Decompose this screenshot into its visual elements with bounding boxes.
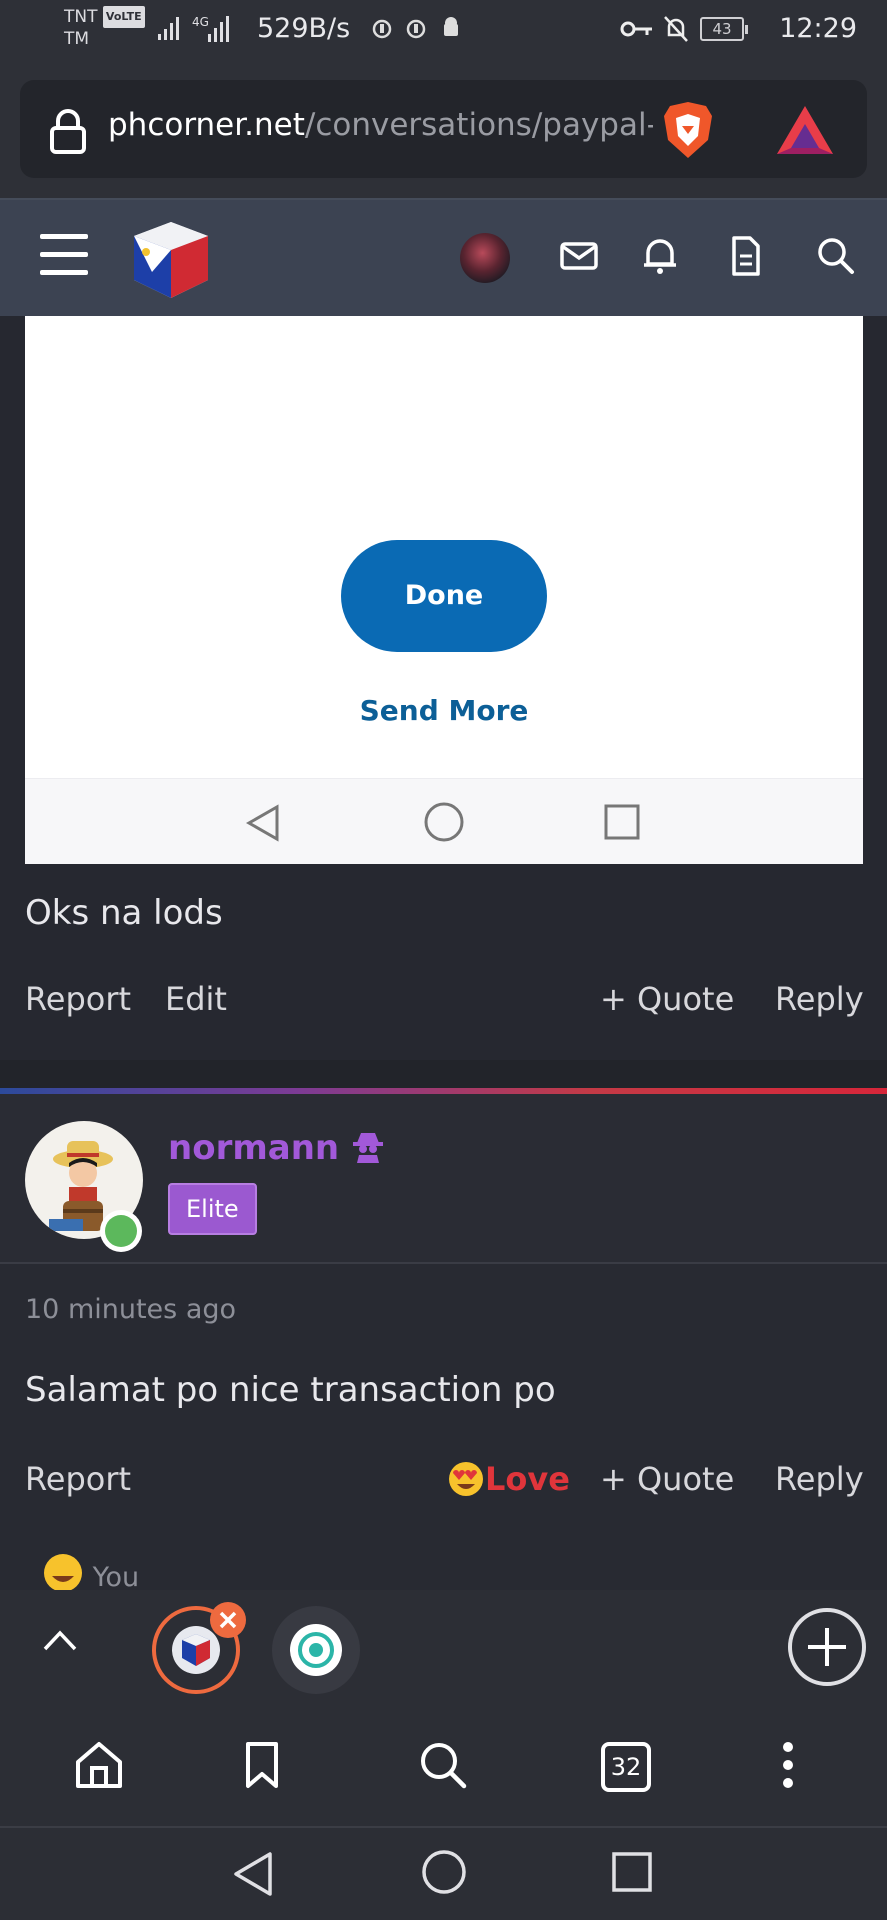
- signal-icon: [158, 17, 179, 40]
- battery-indicator: 43: [700, 17, 748, 41]
- menu-icon[interactable]: [40, 234, 88, 275]
- site-header: [0, 198, 887, 316]
- user-avatar[interactable]: [460, 233, 510, 283]
- bell-icon[interactable]: [642, 236, 678, 276]
- url-path: /conversations/paypal-t: [304, 107, 653, 143]
- post-timestamp[interactable]: 10 minutes ago: [25, 1294, 236, 1325]
- notification-app-icon: [372, 19, 392, 39]
- network-type: 4G: [192, 15, 209, 29]
- document-icon[interactable]: [730, 236, 762, 276]
- quote-link[interactable]: + Quote: [600, 1460, 734, 1498]
- brave-shields-icon[interactable]: [660, 100, 716, 160]
- site-logo[interactable]: [128, 218, 214, 302]
- post-user-info: normann Elite: [0, 1094, 887, 1264]
- system-navigation-bar: [0, 1826, 887, 1920]
- lock-icon: [50, 109, 86, 154]
- brave-rewards-icon[interactable]: [775, 104, 835, 156]
- reply-link[interactable]: Reply: [775, 1460, 864, 1498]
- browser-bottom-bar: 32: [0, 1700, 887, 1826]
- close-tab-button[interactable]: [210, 1602, 246, 1638]
- clock: 12:29: [779, 13, 857, 44]
- android-icon: [444, 17, 458, 36]
- done-button-in-image: Done: [341, 540, 547, 652]
- recents-icon[interactable]: [610, 1850, 654, 1894]
- home-button-icon[interactable]: [420, 1848, 468, 1896]
- mute-bell-icon: [664, 16, 688, 42]
- tab-strip: [0, 1590, 887, 1700]
- recents-square-icon: [604, 804, 640, 840]
- signal-4g-icon: 4G: [192, 15, 229, 42]
- vpn-key-icon: [620, 21, 652, 37]
- status-bar: TNT VoLTE TM 4G 529B/s 43 12:29: [0, 0, 887, 62]
- online-status-icon: [100, 1210, 142, 1252]
- url-host: phcorner.net: [108, 107, 305, 143]
- reaction-user: You: [92, 1562, 140, 1593]
- carrier-name-secondary: TM: [64, 29, 90, 49]
- tab-site-icon: [298, 1632, 334, 1668]
- inbox-icon[interactable]: [560, 236, 598, 276]
- quote-link[interactable]: + Quote: [600, 980, 734, 1018]
- more-menu-icon[interactable]: [778, 1740, 798, 1790]
- image-nav-bar: [25, 778, 863, 864]
- user-badge: Elite: [168, 1183, 257, 1235]
- tab-favicon: [290, 1624, 342, 1676]
- edit-link[interactable]: Edit: [165, 980, 227, 1018]
- love-label: Love: [485, 1460, 570, 1498]
- carrier-name: TNT: [64, 7, 98, 27]
- address-bar[interactable]: phcorner.net/conversations/paypal-t: [20, 80, 867, 178]
- home-icon[interactable]: [74, 1740, 124, 1790]
- back-icon[interactable]: [232, 1850, 274, 1898]
- love-reaction[interactable]: Love: [447, 1460, 570, 1500]
- attached-image[interactable]: Done Send More: [25, 316, 863, 864]
- heart-eyes-emoji-icon: [44, 1554, 82, 1592]
- search-icon[interactable]: [418, 1740, 468, 1790]
- tab-counter-button[interactable]: 32: [601, 1742, 651, 1792]
- home-circle-icon: [424, 802, 464, 842]
- bookmark-icon[interactable]: [244, 1740, 280, 1790]
- notification-app-icon-2: [406, 19, 426, 39]
- browser-toolbar: phcorner.net/conversations/paypal-t: [0, 62, 887, 198]
- heart-eyes-emoji-icon: [449, 1462, 483, 1496]
- network-speed: 529B/s: [257, 13, 351, 44]
- url-text[interactable]: phcorner.net/conversations/paypal-t: [108, 107, 653, 143]
- username-text: normann: [168, 1128, 340, 1168]
- post-message: Oks na lods: [25, 893, 223, 933]
- report-link[interactable]: Report: [25, 980, 131, 1018]
- chevron-up-icon[interactable]: [42, 1628, 78, 1652]
- username[interactable]: normann: [168, 1128, 385, 1168]
- reply-link[interactable]: Reply: [775, 980, 864, 1018]
- send-more-in-image: Send More: [359, 694, 529, 727]
- reaction-summary[interactable]: You: [42, 1552, 139, 1594]
- back-triangle-icon: [245, 804, 279, 842]
- carrier-info: TNT VoLTE TM: [64, 6, 145, 50]
- spy-icon: [352, 1133, 383, 1163]
- post-actions: Report Love + Quote Reply: [25, 1460, 864, 1504]
- new-tab-icon[interactable]: [786, 1606, 868, 1688]
- close-icon: [219, 1611, 237, 1629]
- report-link[interactable]: Report: [25, 1460, 131, 1498]
- tab-item[interactable]: [272, 1606, 360, 1694]
- post-actions: Report Edit + Quote Reply: [25, 980, 864, 1024]
- search-icon[interactable]: [816, 236, 856, 276]
- message-post: normann Elite 10 minutes ago Salamat po …: [0, 1094, 887, 1593]
- post-message: Salamat po nice transaction po: [25, 1370, 556, 1410]
- volte-badge: VoLTE: [102, 6, 145, 28]
